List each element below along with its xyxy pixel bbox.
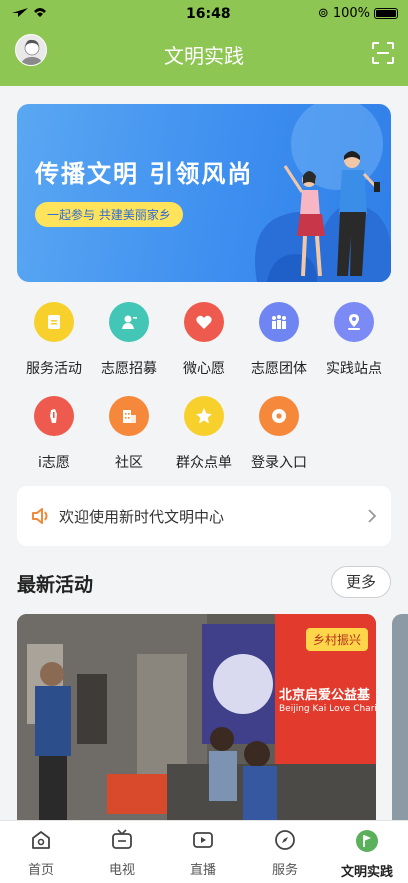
battery-percent: 100%: [332, 6, 370, 21]
grid-item-label: 实践站点: [326, 361, 382, 377]
grid-item-label: 志愿团体: [251, 361, 307, 377]
tab-service[interactable]: 服务: [250, 829, 320, 878]
signal-wifi-icons: [10, 5, 48, 23]
activity-card-image[interactable]: 北京启爱公益基 Beijing Kai Love Charity Fo 乡村振兴: [17, 614, 376, 820]
grid-item-label: i志愿: [38, 455, 70, 471]
tab-home[interactable]: 首页: [6, 829, 76, 878]
banner-headline: 传播文明 引领风尚: [35, 160, 254, 188]
banner-caption: 北京启爱公益基: [279, 688, 371, 703]
banner-illustration: [255, 104, 391, 282]
section-title: 最新活动: [17, 574, 94, 596]
heart-icon: [184, 302, 224, 342]
grid-item-label: 社区: [115, 455, 143, 471]
grid-item-service-activity[interactable]: 服务活动: [14, 302, 94, 378]
home-icon: [32, 831, 50, 849]
tab-label: 首页: [27, 863, 54, 878]
bottom-tab-bar: 首页 电视 直播 服务 文明实践: [0, 820, 408, 883]
compass-icon: [275, 830, 295, 850]
notice-text: 欢迎使用新时代文明中心: [59, 508, 225, 526]
star-icon: [184, 396, 224, 436]
tab-label: 直播: [189, 863, 216, 878]
scan-icon[interactable]: [372, 42, 394, 64]
chevron-right-icon: [367, 508, 377, 528]
grid-item-label: 群众点单: [176, 455, 232, 471]
status-bar: 16:48 ⊚ 100%: [0, 0, 408, 28]
category-badge: 乡村振兴: [305, 628, 368, 651]
orientation-lock-icon: ⊚: [317, 6, 329, 21]
promo-banner[interactable]: 传播文明 引领风尚 一起参与 共建美丽家乡: [17, 104, 391, 282]
grid-item-public-order[interactable]: 群众点单: [164, 396, 244, 472]
status-time: 16:48: [186, 6, 231, 22]
speaker-icon: [31, 507, 51, 529]
tab-label: 电视: [108, 863, 135, 878]
tv-icon: [112, 829, 132, 849]
live-icon: [193, 832, 213, 848]
building-icon: [109, 396, 149, 436]
grid-item-label: 登录入口: [251, 455, 307, 471]
grid-item-volunteer-recruit[interactable]: 志愿招募: [89, 302, 169, 378]
grid-item-micro-wish[interactable]: 微心愿: [164, 302, 244, 378]
login-icon: [259, 396, 299, 436]
grid-item-volunteer-group[interactable]: 志愿团体: [239, 302, 319, 378]
grid-item-label: 志愿招募: [101, 361, 157, 377]
page-title: 文明实践: [164, 44, 244, 68]
tab-civilization-practice[interactable]: 文明实践: [332, 829, 402, 880]
grid-item-community[interactable]: 社区: [89, 396, 169, 472]
flag-icon: [356, 830, 378, 852]
location-icon: [334, 302, 374, 342]
top-bar: 16:48 ⊚ 100% 文明实践: [0, 0, 408, 86]
grid-item-label: 服务活动: [26, 361, 82, 377]
notice-bar[interactable]: 欢迎使用新时代文明中心: [17, 486, 391, 546]
person-add-icon: [109, 302, 149, 342]
calendar-icon: [34, 302, 74, 342]
tab-tv[interactable]: 电视: [87, 829, 157, 878]
battery-icon: [374, 8, 398, 19]
activity-card-next-image[interactable]: [392, 614, 408, 820]
banner-subline: 一起参与 共建美丽家乡: [35, 202, 183, 227]
more-button[interactable]: 更多: [331, 566, 391, 598]
group-icon: [259, 302, 299, 342]
grid-item-i-volunteer[interactable]: i志愿: [14, 396, 94, 472]
tab-live[interactable]: 直播: [168, 829, 238, 878]
grid-item-login[interactable]: 登录入口: [239, 396, 319, 472]
grid-item-practice-site[interactable]: 实践站点: [314, 302, 394, 378]
hand-icon: [34, 396, 74, 436]
grid-item-label: 微心愿: [183, 361, 225, 377]
tab-label: 文明实践: [340, 865, 393, 880]
banner-caption-en: Beijing Kai Love Charity Fo: [279, 704, 376, 714]
tab-label: 服务: [271, 863, 298, 878]
